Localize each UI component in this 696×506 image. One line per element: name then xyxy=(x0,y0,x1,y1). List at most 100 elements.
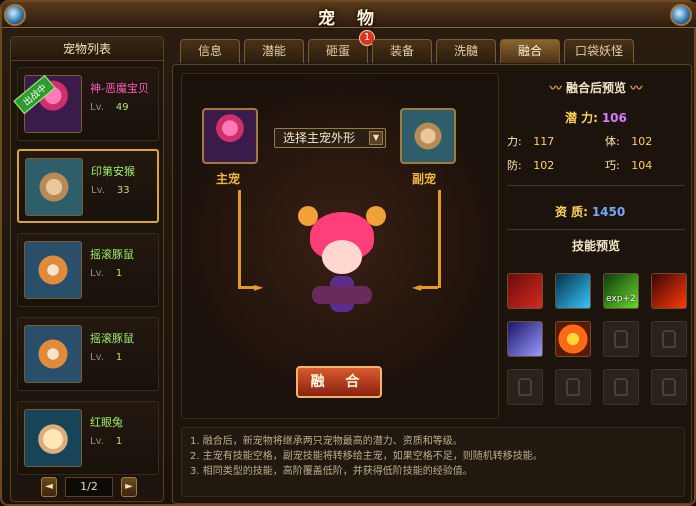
fusion-preview-panel: 〰 融合后预览 〰 潜 力: 106 力: 117 体: 102 防: 102 xyxy=(507,79,687,417)
pet-level: Lv. 1 xyxy=(90,352,122,363)
aptitude-row: 资 质: 1450 xyxy=(555,203,625,220)
stat-defense: 防: 102 xyxy=(507,157,554,173)
skill-crystal-shard-icon[interactable] xyxy=(507,321,543,357)
level-value: 1 xyxy=(115,436,123,447)
skill-preview-grid: exp+2 xyxy=(507,273,687,413)
level-value: 1 xyxy=(115,268,123,279)
pet-portrait-guinea-pig-icon xyxy=(24,325,82,383)
potential-row: 潜 力: 106 xyxy=(565,109,627,126)
pet-name: 摇滚豚鼠 xyxy=(90,332,134,345)
pet-level: Lv. 1 xyxy=(90,268,122,279)
tip-line: 1. 融合后，新宠物将继承两只宠物最高的潜力、资质和等级。 xyxy=(190,436,463,447)
prev-page-button[interactable]: ◄ xyxy=(41,477,57,497)
pet-portrait-rabbit-icon xyxy=(24,409,82,467)
stat-label: 巧: xyxy=(605,159,620,172)
skill-water-wave-icon[interactable] xyxy=(555,273,591,309)
locked-skill-slot xyxy=(555,369,591,405)
stat-label: 防: xyxy=(507,159,522,172)
pet-name: 神-恶魔宝贝 xyxy=(90,82,149,95)
tip-line: 3. 相同类型的技能，高阶覆盖低阶，并获得低阶技能的经验值。 xyxy=(190,466,473,477)
stat-label: 体: xyxy=(605,135,620,148)
pet-list-pager: ◄ 1/2 ► xyxy=(41,477,137,497)
level-value: 1 xyxy=(115,352,123,363)
tab-potential[interactable]: 潜能 xyxy=(244,39,304,63)
stat-label: 力: xyxy=(507,135,522,148)
aptitude-value: 1450 xyxy=(591,205,626,219)
pet-level: Lv. 49 xyxy=(90,102,129,113)
level-label: Lv. xyxy=(91,185,105,196)
lock-icon xyxy=(662,330,676,348)
stat-value: 102 xyxy=(631,135,653,148)
arrow-line xyxy=(420,286,438,289)
locked-skill-slot xyxy=(603,321,639,357)
pet-list-item[interactable]: 出战中 神-恶魔宝贝 Lv. 49 xyxy=(13,67,159,141)
divider xyxy=(507,229,685,230)
tab-egg[interactable]: 砸蛋 1 xyxy=(308,30,375,63)
main-pet-appearance-select[interactable]: 选择主宠外形 ▼ xyxy=(274,128,386,148)
pet-name: 摇滚豚鼠 xyxy=(90,248,134,261)
pet-level: Lv. 1 xyxy=(90,436,122,447)
skill-fire-swirl-icon[interactable] xyxy=(555,321,591,357)
arrow-line xyxy=(238,190,241,288)
main-pet-slot[interactable] xyxy=(202,108,258,164)
stat-stamina: 体: 102 xyxy=(605,133,652,149)
sub-pet-label: 副宠 xyxy=(412,172,437,186)
stat-agility: 巧: 104 xyxy=(605,157,652,173)
pet-list-item[interactable]: 摇滚豚鼠 Lv. 1 xyxy=(17,317,159,391)
tab-info[interactable]: 信息 xyxy=(180,39,240,63)
ornament-icon: 〰 xyxy=(549,81,562,95)
skill-cross-swords-icon[interactable] xyxy=(507,273,543,309)
skill-fire-slash-icon[interactable] xyxy=(651,273,687,309)
divider xyxy=(507,185,685,186)
pet-portrait-monkey-icon xyxy=(25,158,83,216)
fuse-button[interactable]: 融 合 xyxy=(296,366,382,398)
lock-icon xyxy=(614,378,628,396)
page-indicator: 1/2 xyxy=(65,477,113,497)
potential-value: 106 xyxy=(601,111,627,125)
skill-exp-badge: exp+2 xyxy=(606,294,636,304)
arrow-right-icon: ► xyxy=(254,280,264,294)
pet-list-panel: 宠物列表 出战中 神-恶魔宝贝 Lv. 49 印第安猴 Lv. 33 摇滚豚鼠 Lv… xyxy=(10,36,164,502)
preview-title: 〰 融合后预览 〰 xyxy=(507,79,685,96)
pet-list-item[interactable]: 红眼兔 Lv. 1 xyxy=(17,401,159,475)
level-value: 33 xyxy=(116,185,130,196)
lock-icon xyxy=(518,378,532,396)
stat-value: 104 xyxy=(631,159,653,172)
pet-window: 宠 物 宠物列表 出战中 神-恶魔宝贝 Lv. 49 印第安猴 Lv. 33 摇滚豚… xyxy=(0,0,696,506)
tab-label: 装备 xyxy=(389,44,414,58)
pet-list-item[interactable]: 印第安猴 Lv. 33 xyxy=(17,149,159,223)
tab-fusion[interactable]: 融合 xyxy=(500,39,560,63)
aptitude-label: 资 质: xyxy=(555,205,588,219)
pet-name: 印第安猴 xyxy=(91,165,135,178)
skills-preview-title: 技能预览 xyxy=(571,239,620,253)
tab-label: 口袋妖怪 xyxy=(574,44,623,58)
stat-value: 102 xyxy=(533,159,555,172)
fusion-tips: 1. 融合后，新宠物将继承两只宠物最高的潜力、资质和等级。 2. 主宠有技能空格… xyxy=(181,427,685,497)
main-pet-label: 主宠 xyxy=(216,172,241,186)
pet-list-item[interactable]: 摇滚豚鼠 Lv. 1 xyxy=(17,233,159,307)
sub-pet-slot[interactable] xyxy=(400,108,456,164)
lock-icon xyxy=(614,330,628,348)
tab-label: 潜能 xyxy=(261,44,286,58)
tab-label: 洗髓 xyxy=(453,44,478,58)
tab-pocket-monster[interactable]: 口袋妖怪 xyxy=(564,39,634,63)
level-label: Lv. xyxy=(90,102,104,113)
pet-name: 红眼兔 xyxy=(90,416,123,429)
preview-title-text: 融合后预览 xyxy=(565,81,626,95)
skill-leaf-slash-icon[interactable]: exp+2 xyxy=(603,273,639,309)
level-value: 49 xyxy=(115,102,129,113)
tab-label: 砸蛋 xyxy=(325,44,350,58)
tab-refine[interactable]: 洗髓 xyxy=(436,39,496,63)
potential-label: 潜 力: xyxy=(565,111,598,125)
pet-portrait-guinea-pig-icon xyxy=(24,241,82,299)
select-label: 选择主宠外形 xyxy=(283,131,356,145)
locked-skill-slot xyxy=(651,321,687,357)
level-label: Lv. xyxy=(90,352,104,363)
tab-label: 融合 xyxy=(517,44,542,58)
pet-list-header: 宠物列表 xyxy=(11,37,163,61)
tab-equipment[interactable]: 装备 xyxy=(372,39,432,63)
pet-level: Lv. 33 xyxy=(91,185,130,196)
lock-icon xyxy=(662,378,676,396)
next-page-button[interactable]: ► xyxy=(121,477,137,497)
stat-strength: 力: 117 xyxy=(507,133,554,149)
